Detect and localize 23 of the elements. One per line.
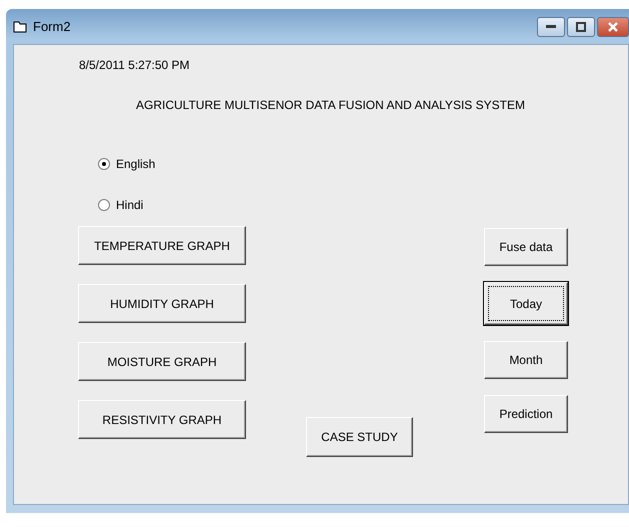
- close-button[interactable]: [597, 16, 629, 36]
- radio-button[interactable]: [98, 199, 110, 211]
- window-icon: [13, 20, 27, 33]
- button[interactable]: TEMPERATURE GRAPH: [78, 226, 246, 265]
- button[interactable]: HUMIDITY GRAPH: [78, 284, 246, 323]
- window-title: Form2: [33, 19, 71, 34]
- radio-label[interactable]: English: [116, 157, 156, 171]
- button[interactable]: Today: [484, 282, 568, 325]
- button[interactable]: Prediction: [484, 395, 568, 433]
- minimize-icon: [546, 24, 556, 28]
- maximize-button[interactable]: [567, 16, 595, 36]
- button[interactable]: Fuse data: [484, 228, 568, 266]
- minimize-button[interactable]: [537, 16, 565, 36]
- date-time-label: 8/5/2011 5:27:50 PM: [79, 58, 191, 72]
- button[interactable]: CASE STUDY: [306, 417, 413, 457]
- button[interactable]: MOISTURE GRAPH: [78, 342, 246, 381]
- button[interactable]: Month: [484, 341, 568, 379]
- button[interactable]: RESISTIVITY GRAPH: [78, 400, 246, 439]
- radio-label[interactable]: Hindi: [116, 198, 144, 212]
- close-icon: [608, 22, 618, 32]
- heading: AGRICULTURE MULTISENOR DATA FUSION AND ANALYSIS SYSTEM: [136, 98, 526, 112]
- maximize-icon: [576, 22, 586, 32]
- radio-button[interactable]: [98, 158, 110, 170]
